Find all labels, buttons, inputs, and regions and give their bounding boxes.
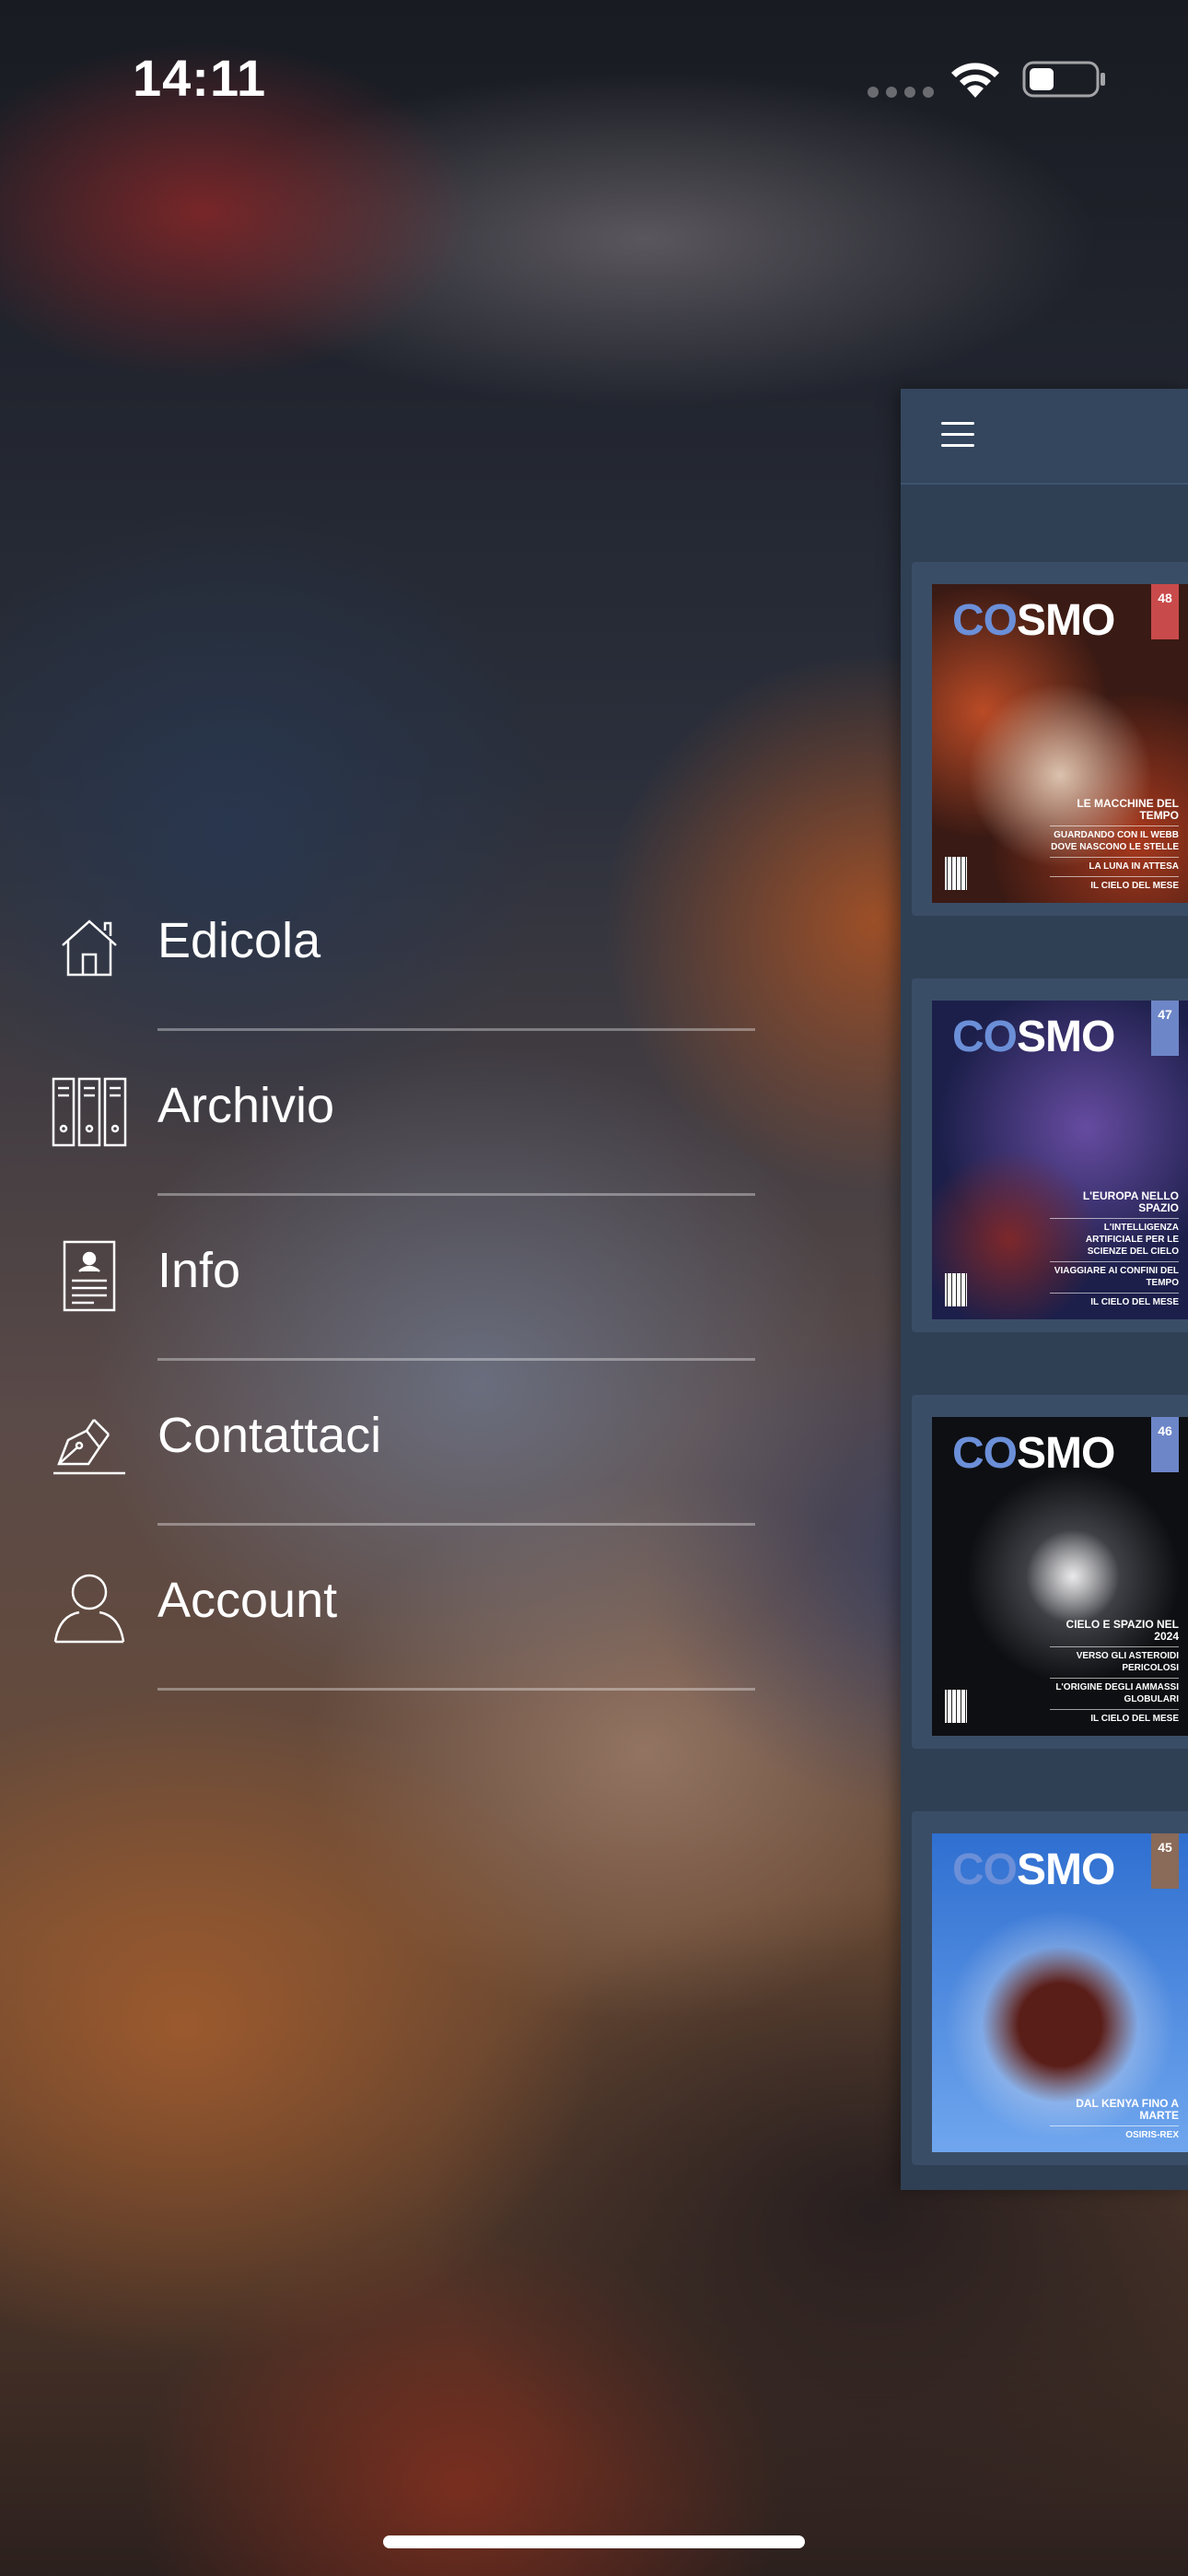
panel-header <box>901 389 1188 485</box>
menu-item-account[interactable]: Account <box>0 1526 755 1691</box>
menu-label: Info <box>157 1243 241 1298</box>
user-icon <box>53 1574 125 1644</box>
magazine-cover-card[interactable]: COSMO 47 L'EUROPA NELLO SPAZIO L'INTELLIG… <box>912 978 1188 1332</box>
menu-divider <box>157 1688 755 1691</box>
cover-logo: COSMO <box>952 1013 1115 1061</box>
magazine-cover: COSMO 47 L'EUROPA NELLO SPAZIO L'INTELLIG… <box>932 1001 1188 1319</box>
cover-headlines: LE MACCHINE DEL TEMPO GUARDANDO CON IL WE… <box>1050 797 1179 891</box>
cover-headlines: DAL KENYA FINO A MARTE OSIRIS-REX <box>1050 2091 1179 2141</box>
magazine-cover-card[interactable]: COSMO 48 LE MACCHINE DEL TEMPO GUARDANDO … <box>912 562 1188 916</box>
main-panel[interactable]: COSMO 48 LE MACCHINE DEL TEMPO GUARDANDO … <box>901 389 1188 2190</box>
cover-logo: COSMO <box>952 596 1115 645</box>
cover-headlines: L'EUROPA NELLO SPAZIO L'INTELLIGENZA ARTI… <box>1050 1184 1179 1308</box>
menu-item-info[interactable]: Info <box>0 1196 755 1361</box>
cellular-signal-icon <box>868 87 934 98</box>
menu-label: Edicola <box>157 913 321 968</box>
barcode <box>945 1690 967 1723</box>
barcode <box>945 857 967 890</box>
battery-icon <box>1022 61 1105 98</box>
magazine-cover: COSMO 48 LE MACCHINE DEL TEMPO GUARDANDO … <box>932 584 1188 903</box>
menu-item-contattaci[interactable]: Contattaci <box>0 1361 755 1526</box>
house-icon <box>62 919 117 977</box>
home-indicator[interactable] <box>383 2535 805 2548</box>
menu-item-edicola[interactable]: Edicola <box>0 866 755 1031</box>
menu-label: Contattaci <box>157 1408 382 1463</box>
issue-number: 46 <box>1151 1417 1179 1472</box>
document-icon <box>63 1240 116 1312</box>
magazine-cover-card[interactable]: COSMO 46 CIELO E SPAZIO NEL 2024 VERSO GL… <box>912 1395 1188 1749</box>
status-time: 14:11 <box>133 49 267 107</box>
side-menu: Edicola Archivio Info Contattaci Account <box>0 866 755 1691</box>
issue-number: 47 <box>1151 1001 1179 1056</box>
binders-icon <box>52 1077 127 1147</box>
wifi-icon <box>951 63 999 98</box>
cover-logo: COSMO <box>952 1429 1115 1478</box>
issue-number: 48 <box>1151 584 1179 639</box>
magazine-cover: COSMO 46 CIELO E SPAZIO NEL 2024 VERSO GL… <box>932 1417 1188 1736</box>
pen-icon <box>53 1419 125 1475</box>
cover-logo: COSMO <box>952 1845 1115 1894</box>
issue-number: 45 <box>1151 1833 1179 1889</box>
magazine-cover-card[interactable]: COSMO 45 DAL KENYA FINO A MARTE OSIRIS-RE… <box>912 1811 1188 2165</box>
cover-list: COSMO 48 LE MACCHINE DEL TEMPO GUARDANDO … <box>912 562 1188 2228</box>
barcode <box>945 1273 967 1306</box>
menu-item-archivio[interactable]: Archivio <box>0 1031 755 1196</box>
cover-headlines: CIELO E SPAZIO NEL 2024 VERSO GLI ASTEROI… <box>1050 1612 1179 1725</box>
hamburger-icon[interactable] <box>941 422 974 450</box>
menu-label: Archivio <box>157 1078 335 1133</box>
magazine-cover: COSMO 45 DAL KENYA FINO A MARTE OSIRIS-RE… <box>932 1833 1188 2152</box>
menu-label: Account <box>157 1573 338 1628</box>
